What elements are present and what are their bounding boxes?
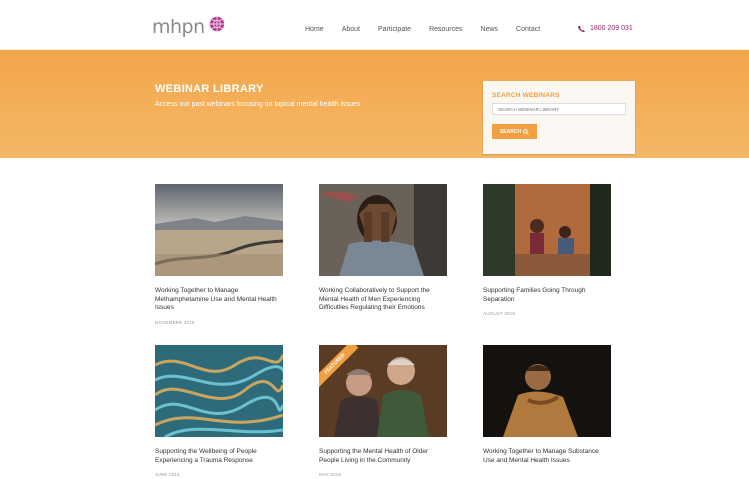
webinar-card[interactable]: Working Collaboratively to Support the M… (319, 184, 447, 320)
webinar-thumbnail[interactable] (155, 184, 283, 276)
search-icon (523, 128, 529, 135)
webinar-title[interactable]: Working Together to Manage Methamphetami… (155, 287, 283, 313)
webinar-card[interactable]: Supporting Families Going Through Separa… (483, 184, 611, 316)
webinar-title[interactable]: Working Together to Manage Substance Use… (483, 448, 611, 465)
webinar-card[interactable]: Working Together to Manage Substance Use… (483, 345, 611, 472)
search-panel: SEARCH WEBINARS SEARCH (483, 81, 635, 154)
webinar-thumbnail[interactable]: FEATURED (319, 345, 447, 437)
nav-home[interactable]: Home (305, 26, 324, 33)
search-title: SEARCH WEBINARS (492, 92, 560, 99)
logo[interactable]: mhpn (152, 14, 226, 40)
phone-number: 1800 209 031 (590, 25, 633, 32)
search-button[interactable]: SEARCH (492, 124, 537, 139)
webinar-title[interactable]: Supporting the Wellbeing of People Exper… (155, 448, 283, 465)
search-button-label: SEARCH (499, 128, 522, 135)
site-header: mhpn Home About Participate Resources Ne… (0, 0, 749, 50)
webinar-card[interactable]: FEATURED Supporting the Mental Health of… (319, 345, 447, 477)
webinar-title[interactable]: Supporting Families Going Through Separa… (483, 287, 611, 304)
webinar-thumbnail[interactable] (483, 345, 611, 437)
webinar-title[interactable]: Supporting the Mental Health of Older Pe… (319, 448, 447, 465)
nav-resources[interactable]: Resources (429, 26, 462, 33)
phone-link[interactable]: 1800 209 031 (578, 25, 633, 32)
webinar-thumbnail[interactable] (319, 184, 447, 276)
webinar-date: AUGUST 2015 (483, 311, 516, 316)
phone-icon (578, 25, 585, 32)
webinar-card[interactable]: Working Together to Manage Methamphetami… (155, 184, 283, 325)
logo-globe-icon (209, 16, 224, 32)
hero-banner: WEBINAR LIBRARY Access our past webinars… (0, 50, 749, 158)
nav-news[interactable]: News (481, 26, 499, 33)
search-input[interactable] (492, 103, 626, 115)
main-nav: Home About Participate Resources News Co… (305, 26, 558, 33)
page-subtitle: Access our past webinars focusing on top… (155, 101, 361, 108)
webinar-date: JUNE 2015 (155, 472, 180, 477)
nav-participate[interactable]: Participate (378, 26, 411, 33)
webinar-title[interactable]: Working Collaboratively to Support the M… (319, 287, 447, 313)
webinar-thumbnail[interactable] (155, 345, 283, 437)
page-title: WEBINAR LIBRARY (155, 83, 264, 95)
webinar-date: NOVEMBER 2015 (155, 319, 195, 325)
webinar-thumbnail[interactable] (483, 184, 611, 276)
nav-about[interactable]: About (342, 26, 360, 33)
webinar-card[interactable]: Supporting the Wellbeing of People Exper… (155, 345, 283, 477)
nav-contact[interactable]: Contact (516, 26, 540, 33)
webinar-date: MAY 2015 (319, 472, 342, 477)
logo-text: mhpn (152, 16, 205, 38)
